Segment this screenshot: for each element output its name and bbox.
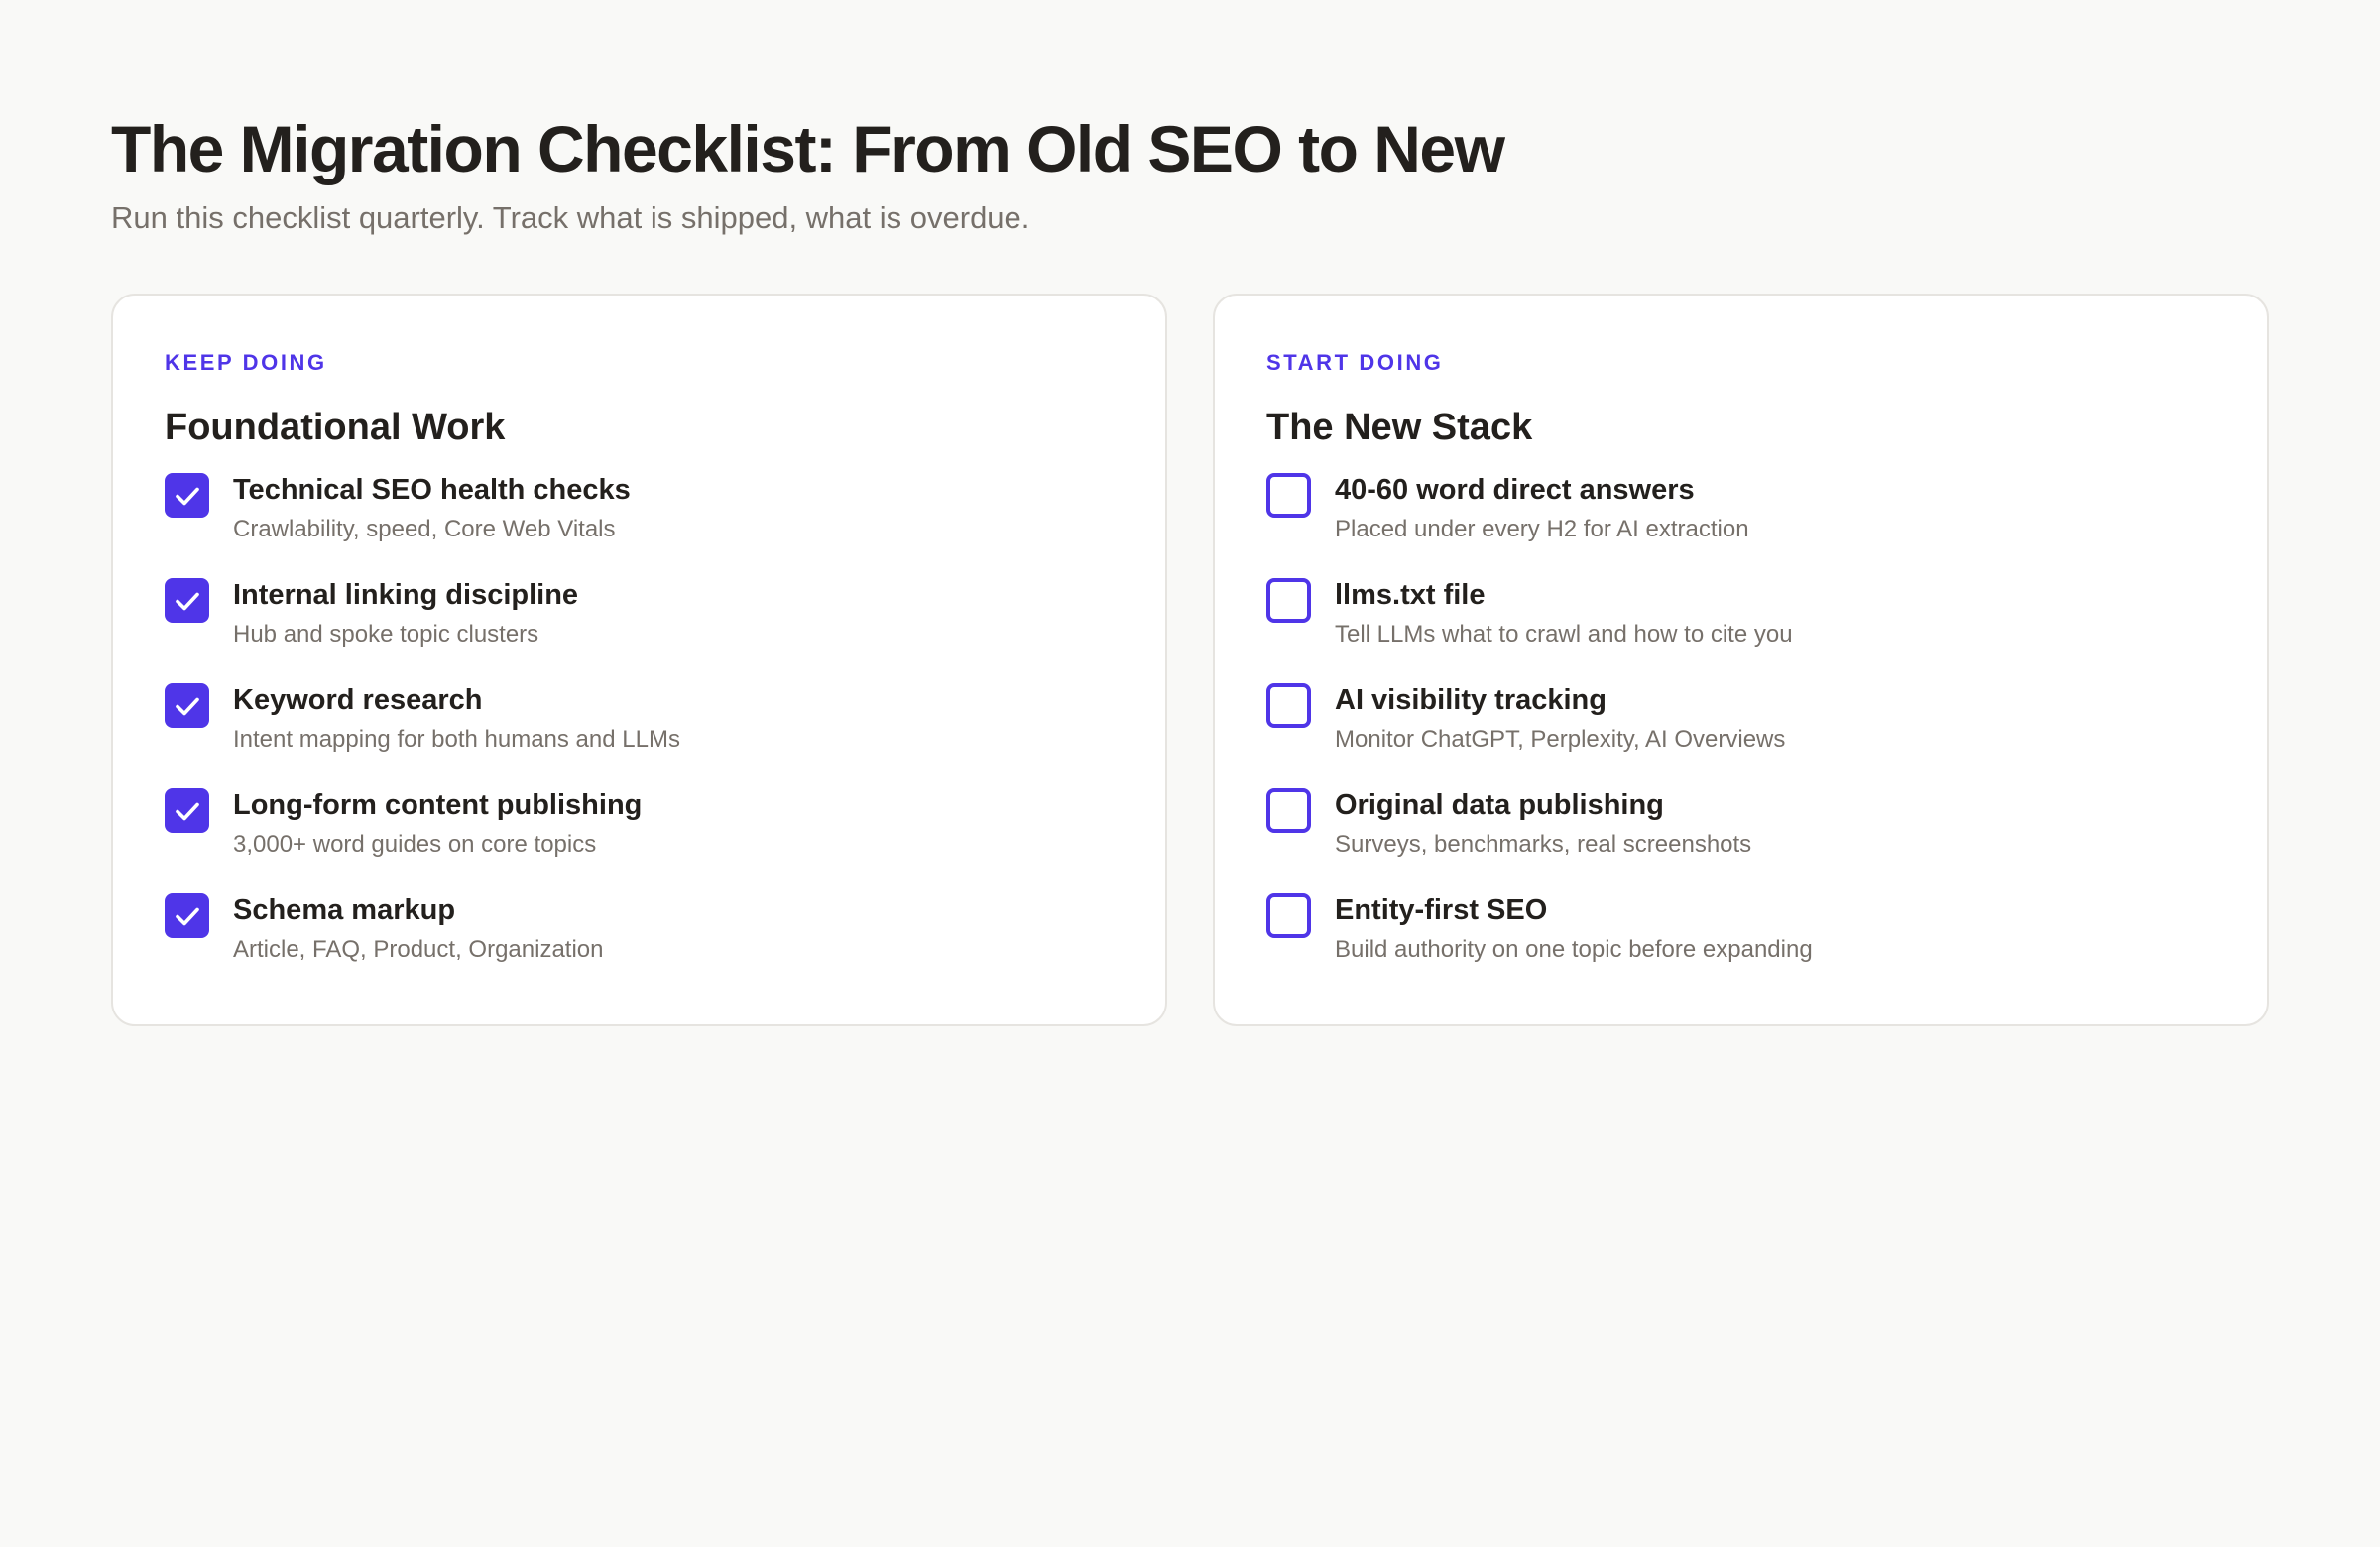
card-title: The New Stack [1266,407,1533,448]
checklist-item-text: Long-form content publishing 3,000+ word… [233,788,642,860]
item-description: Crawlability, speed, Core Web Vitals [233,516,616,542]
item-description: Intent mapping for both humans and LLMs [233,726,680,753]
checklist-item-text: 40-60 word direct answers Placed under e… [1335,473,1749,544]
item-description: Monitor ChatGPT, Perplexity, AI Overview… [1335,726,1786,753]
checklist-item-text: Keyword research Intent mapping for both… [233,683,680,755]
item-description: 3,000+ word guides on core topics [233,831,597,858]
page-subtitle: Run this checklist quarterly. Track what… [111,200,1030,235]
checkbox-checked-icon[interactable] [165,473,209,518]
checkbox-empty-icon[interactable] [1266,893,1311,938]
checkbox-checked-icon[interactable] [165,893,209,938]
item-title: llms.txt file [1335,579,1486,611]
checkbox-empty-icon[interactable] [1266,473,1311,518]
item-title: AI visibility tracking [1335,684,1606,716]
card-eyebrow: KEEP DOING [165,350,327,375]
checklist-item-text: llms.txt file Tell LLMs what to crawl an… [1335,578,1793,650]
item-description: Hub and spoke topic clusters [233,621,539,648]
start-doing-card: START DOING The New Stack 40-60 word dir… [1213,294,2269,1026]
checklist-item-text: AI visibility tracking Monitor ChatGPT, … [1335,683,1785,755]
card-eyebrow: START DOING [1266,350,1444,375]
checklist-item-text: Schema markup Article, FAQ, Product, Org… [233,893,604,965]
checklist-item: Internal linking discipline Hub and spok… [165,578,1114,683]
item-title: Technical SEO health checks [233,474,631,506]
checklist-item: Schema markup Article, FAQ, Product, Org… [165,893,1114,999]
checklist-item: llms.txt file Tell LLMs what to crawl an… [1266,578,2215,683]
checklist-item: Keyword research Intent mapping for both… [165,683,1114,788]
checklist-item: Original data publishing Surveys, benchm… [1266,788,2215,893]
keep-doing-card: KEEP DOING Foundational Work Technical S… [111,294,1167,1026]
checklist-item: Entity-first SEO Build authority on one … [1266,893,2215,999]
checklist-item-text: Internal linking discipline Hub and spok… [233,578,578,650]
cards-container: KEEP DOING Foundational Work Technical S… [111,294,2269,1026]
item-description: Build authority on one topic before expa… [1335,936,1813,963]
checkbox-empty-icon[interactable] [1266,788,1311,833]
checklist-item-text: Original data publishing Surveys, benchm… [1335,788,1751,860]
item-title: Keyword research [233,684,483,716]
item-description: Placed under every H2 for AI extraction [1335,516,1749,542]
checklist-item: Technical SEO health checks Crawlability… [165,473,1114,578]
item-title: Original data publishing [1335,789,1664,821]
item-title: Schema markup [233,894,456,926]
checklist: Technical SEO health checks Crawlability… [165,473,1114,999]
checklist-item: AI visibility tracking Monitor ChatGPT, … [1266,683,2215,788]
checklist-item: 40-60 word direct answers Placed under e… [1266,473,2215,578]
card-title: Foundational Work [165,407,506,448]
checkbox-empty-icon[interactable] [1266,683,1311,728]
checkbox-checked-icon[interactable] [165,788,209,833]
checklist: 40-60 word direct answers Placed under e… [1266,473,2215,999]
checkbox-checked-icon[interactable] [165,578,209,623]
item-title: Internal linking discipline [233,579,579,611]
checklist-item: Long-form content publishing 3,000+ word… [165,788,1114,893]
item-title: 40-60 word direct answers [1335,474,1695,506]
checklist-item-text: Entity-first SEO Build authority on one … [1335,893,1813,965]
item-title: Long-form content publishing [233,789,643,821]
page-title: The Migration Checklist: From Old SEO to… [111,112,1505,185]
checklist-page: The Migration Checklist: From Old SEO to… [111,109,2269,1026]
checklist-item-text: Technical SEO health checks Crawlability… [233,473,631,544]
item-description: Tell LLMs what to crawl and how to cite … [1335,621,1793,648]
item-title: Entity-first SEO [1335,894,1548,926]
item-description: Article, FAQ, Product, Organization [233,936,604,963]
item-description: Surveys, benchmarks, real screenshots [1335,831,1752,858]
checkbox-checked-icon[interactable] [165,683,209,728]
checkbox-empty-icon[interactable] [1266,578,1311,623]
